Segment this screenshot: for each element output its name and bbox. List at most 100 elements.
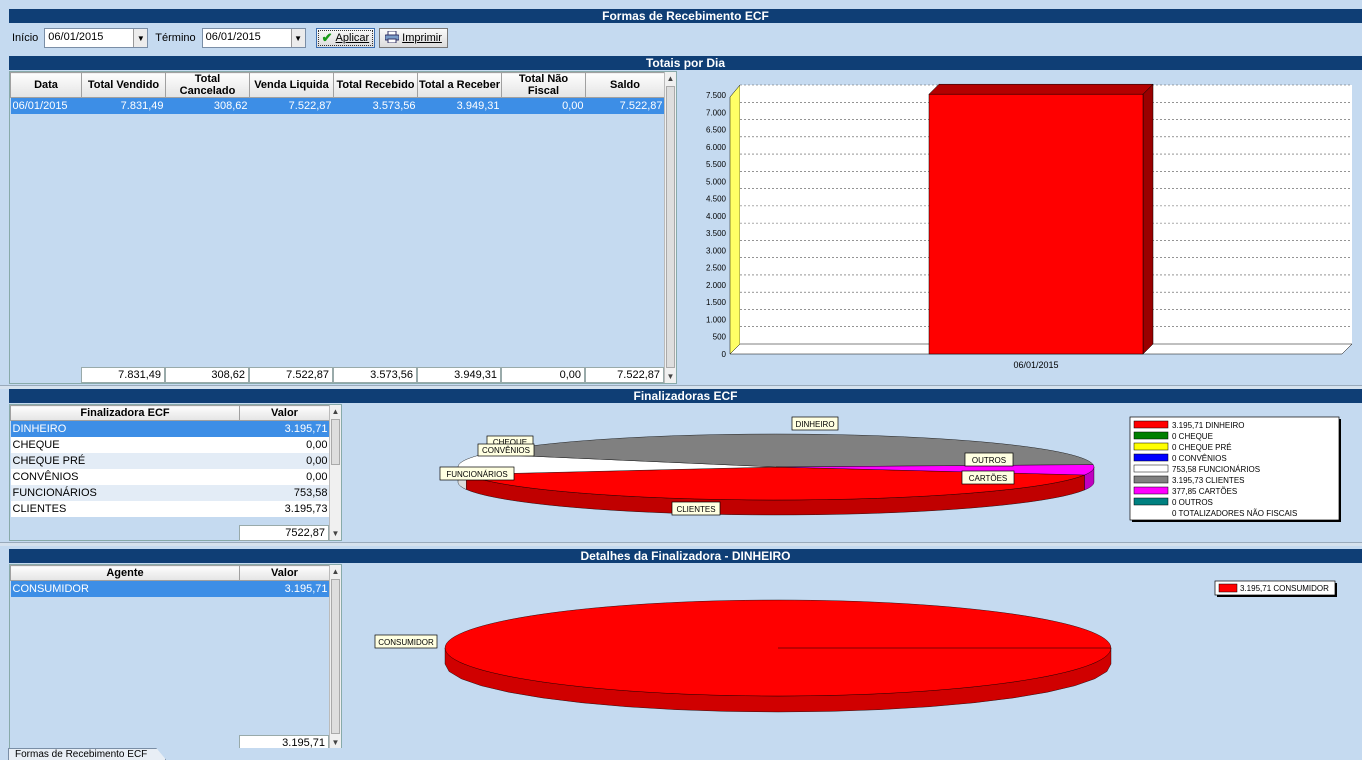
table-row[interactable]: FUNCIONÁRIOS 753,58 [10, 484, 330, 501]
cell-valor[interactable]: 0,00 [239, 436, 330, 453]
y-tick-label: 7.000 [706, 108, 727, 117]
cell-total-a-receber[interactable]: 3.949,31 [417, 97, 502, 114]
scroll-down-icon[interactable]: ▼ [665, 372, 676, 381]
scroll-thumb[interactable] [331, 579, 340, 734]
finalizadoras-scrollbar[interactable]: ▲ ▼ [329, 405, 341, 540]
cell-total-cancelado[interactable]: 308,62 [165, 97, 250, 114]
table-row[interactable]: CHEQUE PRÉ 0,00 [10, 452, 330, 469]
bar-06-01-2015 [928, 93, 1144, 355]
column-header-valor[interactable]: Valor [239, 405, 330, 421]
column-header-saldo[interactable]: Saldo [585, 72, 665, 98]
column-header-finalizadora[interactable]: Finalizadora ECF [10, 405, 240, 421]
legend-swatch [1133, 442, 1169, 451]
cell-valor[interactable]: 753,58 [239, 484, 330, 501]
column-header-total-vendido[interactable]: Total Vendido [81, 72, 166, 98]
cell-finalizadora[interactable]: FUNCIONÁRIOS [10, 484, 240, 501]
chevron-down-icon[interactable]: ▼ [290, 29, 305, 47]
agentes-grid[interactable]: Agente Valor CONSUMIDOR 3.195,71 ▲ ▼ 3.19… [9, 564, 342, 751]
svg-text:FUNCIONÁRIOS: FUNCIONÁRIOS [446, 470, 507, 479]
legend-swatch [1133, 420, 1169, 429]
finalizadoras-grid[interactable]: Finalizadora ECF Valor DINHEIRO 3.195,71 … [9, 404, 342, 541]
legend-swatch [1133, 464, 1169, 473]
scroll-up-icon[interactable]: ▲ [330, 567, 341, 576]
table-row[interactable]: CLIENTES 3.195,73 [10, 500, 330, 517]
termino-date-picker[interactable]: 06/01/2015 ▼ [201, 28, 306, 48]
column-header-total-nao-fiscal[interactable]: Total Não Fiscal [501, 72, 586, 98]
legend-entry: 0 CHEQUE [1172, 432, 1213, 441]
table-row[interactable]: CHEQUE 0,00 [10, 436, 330, 453]
table-row[interactable]: CONVÊNIOS 0,00 [10, 468, 330, 485]
consumidor-legend: 3.195,71 CONSUMIDOR [1214, 580, 1337, 597]
cell-finalizadora[interactable]: CHEQUE [10, 436, 240, 453]
y-tick-label: 4.000 [706, 212, 727, 221]
chevron-down-icon[interactable]: ▼ [133, 29, 148, 47]
scroll-up-icon[interactable]: ▲ [665, 74, 676, 83]
column-header-total-cancelado[interactable]: Total Cancelado [165, 72, 250, 98]
legend-entry: 3.195,71 CONSUMIDOR [1240, 584, 1329, 593]
pie-label-dinheiro: DINHEIRO [791, 416, 839, 431]
scroll-down-icon[interactable]: ▼ [330, 529, 341, 538]
legend-entry: 3.195,71 DINHEIRO [1172, 421, 1244, 430]
legend-entry: 0 OUTROS [1172, 498, 1213, 507]
cell-data[interactable]: 06/01/2015 [10, 97, 82, 114]
cell-agente[interactable]: CONSUMIDOR [10, 580, 240, 597]
cell-valor[interactable]: 0,00 [239, 468, 330, 485]
chart-left-wall [729, 84, 741, 355]
legend-swatch [1133, 453, 1169, 462]
scroll-up-icon[interactable]: ▲ [330, 407, 341, 416]
cell-finalizadora[interactable]: DINHEIRO [10, 420, 240, 437]
column-header-valor[interactable]: Valor [239, 565, 330, 581]
cell-finalizadora[interactable]: CONVÊNIOS [10, 468, 240, 485]
cell-venda-liquida[interactable]: 7.522,87 [249, 97, 334, 114]
cell-valor[interactable]: 3.195,71 [239, 580, 330, 597]
cell-finalizadora[interactable]: CHEQUE PRÉ [10, 452, 240, 469]
table-row[interactable]: 06/01/2015 7.831,49 308,62 7.522,87 3.57… [10, 97, 665, 114]
inicio-date-value[interactable]: 06/01/2015 [45, 29, 133, 47]
scroll-thumb[interactable] [666, 86, 675, 368]
main-title: Formas de Recebimento ECF [9, 9, 1362, 23]
column-header-total-recebido[interactable]: Total Recebido [333, 72, 418, 98]
total-cancelado-sum: 308,62 [165, 367, 249, 383]
print-button[interactable]: Imprimir [379, 28, 448, 48]
cell-total-nao-fiscal[interactable]: 0,00 [501, 97, 586, 114]
legend-entry: 753,58 FUNCIONÁRIOS [1172, 465, 1260, 474]
print-button-label: Imprimir [402, 32, 442, 44]
cell-total-vendido[interactable]: 7.831,49 [81, 97, 166, 114]
legend-swatch [1133, 431, 1169, 440]
y-tick-label: 1.000 [706, 315, 727, 324]
finalizadoras-legend: 3.195,71 DINHEIRO 0 CHEQUE 0 CHEQUE PRÉ 0 C… [1129, 416, 1341, 522]
legend-entry: 0 CHEQUE PRÉ [1172, 443, 1232, 452]
column-header-total-a-receber[interactable]: Total a Receber [417, 72, 502, 98]
pie2-slices [444, 599, 1112, 713]
cell-saldo[interactable]: 7.522,87 [585, 97, 665, 114]
splitter[interactable] [0, 542, 1362, 546]
cell-total-recebido[interactable]: 3.573,56 [333, 97, 418, 114]
y-tick-label: 3.000 [706, 246, 727, 255]
svg-text:CONVÊNIOS: CONVÊNIOS [482, 446, 530, 455]
legend-swatch [1218, 583, 1238, 593]
pie-label-consumidor: CONSUMIDOR [374, 634, 438, 649]
legend-entry: 377,85 CARTÕES [1172, 487, 1237, 496]
column-header-venda-liquida[interactable]: Venda Liquida [249, 72, 334, 98]
legend-entry: 0 TOTALIZADORES NÃO FISCAIS [1172, 509, 1297, 518]
termino-date-value[interactable]: 06/01/2015 [203, 29, 291, 47]
table-row[interactable]: CONSUMIDOR 3.195,71 [10, 580, 330, 597]
scroll-thumb[interactable] [331, 419, 340, 465]
cell-finalizadora[interactable]: CLIENTES [10, 500, 240, 517]
column-header-agente[interactable]: Agente [10, 565, 240, 581]
termino-label: Término [155, 32, 196, 44]
cell-valor[interactable]: 3.195,73 [239, 500, 330, 517]
svg-text:OUTROS: OUTROS [972, 456, 1006, 465]
scroll-down-icon[interactable]: ▼ [330, 738, 341, 747]
daily-totals-grid[interactable]: Data Total Vendido Total Cancelado Venda… [9, 71, 677, 384]
cell-valor[interactable]: 3.195,71 [239, 420, 330, 437]
daily-grid-scrollbar[interactable]: ▲ ▼ [664, 72, 676, 383]
agentes-scrollbar[interactable]: ▲ ▼ [329, 565, 341, 749]
tab-formas-recebimento[interactable]: Formas de Recebimento ECF [8, 748, 166, 760]
column-header-data[interactable]: Data [10, 72, 82, 98]
table-row[interactable]: DINHEIRO 3.195,71 [10, 420, 330, 437]
inicio-date-picker[interactable]: 06/01/2015 ▼ [44, 28, 149, 48]
inicio-label: Início [12, 32, 39, 44]
cell-valor[interactable]: 0,00 [239, 452, 330, 469]
apply-button[interactable]: ✔ Aplicar [315, 28, 376, 48]
